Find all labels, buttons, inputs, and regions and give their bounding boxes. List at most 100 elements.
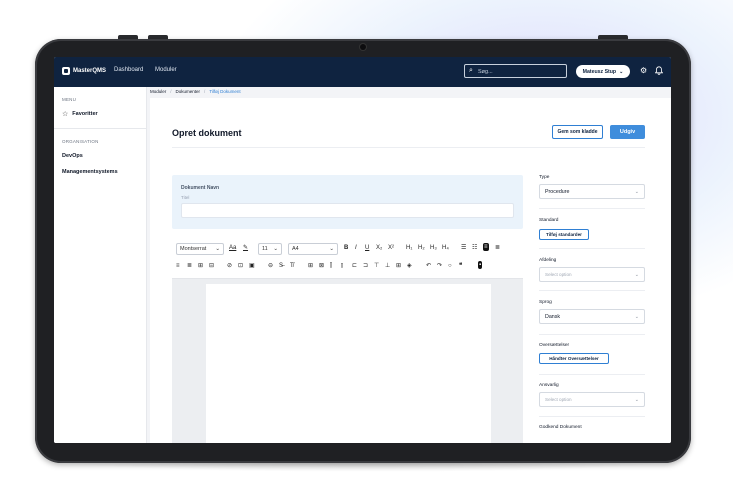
font-family-select[interactable]: Montserrat ⌄ [176, 243, 224, 255]
row-above-icon[interactable]: ⊤ [374, 262, 379, 270]
breadcrumb-separator: / [170, 89, 172, 94]
superscript-icon[interactable]: X² [388, 244, 394, 252]
sprog-select[interactable]: Dansk ⌄ [539, 309, 645, 324]
file-icon[interactable]: ▪ [478, 261, 483, 269]
bold-icon[interactable]: B [344, 244, 348, 252]
heading-1-icon[interactable]: H₁ [406, 244, 412, 252]
font-size-select[interactable]: 11 ⌄ [258, 243, 282, 255]
chevron-down-icon: ⌄ [634, 396, 639, 403]
font-size-value: 11 [262, 246, 268, 252]
justify-icon[interactable]: ≣ [187, 262, 192, 270]
outdent-icon[interactable]: ⊟ [209, 262, 214, 270]
paper-size-select[interactable]: A4 ⌄ [288, 243, 338, 255]
type-value: Procedure [545, 188, 570, 195]
bell-icon[interactable] [654, 66, 664, 77]
underline-icon[interactable]: U [365, 244, 369, 252]
table-icon[interactable]: ⊞ [308, 262, 313, 270]
align-center-icon[interactable]: ≣ [495, 244, 500, 252]
clear-format-icon[interactable]: T̸ [290, 262, 294, 270]
sidebar: MENU ☆ Favoritter ORGANISATION DevOps Ma… [54, 87, 147, 443]
quote-icon[interactable]: ❝ [459, 262, 462, 270]
godkend-label: Godkend Dokument [539, 425, 582, 430]
indent-icon[interactable]: ⊞ [198, 262, 203, 270]
align-right-icon[interactable]: ≡ [176, 262, 180, 270]
publish-button[interactable]: Udgiv [610, 125, 645, 139]
align-left-icon[interactable]: ≡ [483, 243, 489, 251]
split-cells-icon[interactable]: ⊐ [363, 262, 368, 270]
type-label: Type [539, 175, 550, 180]
redo-icon[interactable]: ↷ [437, 262, 442, 270]
heading-2-icon[interactable]: H₂ [418, 244, 425, 252]
document-name-label: Dokument Navn [181, 185, 220, 191]
undo-icon[interactable]: ↶ [426, 262, 431, 270]
user-menu-button[interactable]: Mateusz Stup ⌄ [576, 65, 630, 78]
search-input[interactable] [478, 67, 563, 76]
sidebar-item-devops[interactable]: DevOps [62, 153, 83, 159]
image-icon[interactable]: ⊡ [238, 262, 243, 270]
main-content: Opret dokument Gem som kladde Udgiv Doku… [150, 98, 671, 443]
page-break-icon[interactable]: ⊖ [268, 262, 273, 270]
divider [539, 290, 645, 291]
bullet-list-icon[interactable]: ☰ [461, 244, 466, 252]
heading-4-icon[interactable]: H₄ [442, 244, 449, 252]
cell-props-icon[interactable]: ⊞ [396, 262, 401, 270]
italic-icon[interactable]: I [355, 244, 357, 252]
title-label: Titel [181, 195, 190, 200]
camera-icon [360, 44, 366, 50]
sidebar-item-managementsystems[interactable]: Managementsystems [62, 169, 118, 175]
sidebar-item-favoritter[interactable]: ☆ Favoritter [62, 110, 98, 118]
font-case-icon[interactable]: Aa [229, 244, 236, 252]
ansvarlig-placeholder: Select option [545, 397, 572, 402]
ansvarlig-label: Ansvarlig [539, 383, 559, 388]
star-icon: ☆ [62, 111, 69, 118]
add-standard-button[interactable]: Tilføj standarder [539, 229, 589, 240]
type-select[interactable]: Procedure ⌄ [539, 184, 645, 199]
insert-row-icon[interactable]: ⫾ [341, 262, 343, 270]
oversaettelser-label: Oversættelser [539, 343, 570, 348]
afdeling-label: Afdeling [539, 258, 557, 263]
logo[interactable]: MasterQMS [62, 67, 106, 75]
search-icon: ⌕ [469, 67, 473, 74]
divider [539, 248, 645, 249]
chevron-down-icon: ⌄ [619, 68, 624, 75]
manage-translations-button[interactable]: Håndter Oversættelser [539, 353, 609, 364]
menu-label: MENU [62, 97, 77, 102]
logo-text: MasterQMS [73, 68, 107, 74]
chevron-down-icon: ⌄ [215, 246, 220, 252]
app-screen: MasterQMS Dashboard Moduler ⌕ Mateusz St… [54, 57, 671, 443]
merge-cells-icon[interactable]: ⊏ [352, 262, 357, 270]
strikethrough-icon[interactable]: S̶ [279, 262, 283, 270]
standard-label: Standard [539, 218, 559, 223]
subscript-icon[interactable]: X₂ [376, 244, 382, 252]
chevron-down-icon: ⌄ [634, 188, 639, 195]
document-title-input[interactable] [181, 203, 514, 218]
sprog-value: Dansk [545, 313, 561, 320]
delete-table-icon[interactable]: ⊠ [319, 262, 324, 270]
nav-moduler[interactable]: Moduler [155, 67, 177, 73]
heading-3-icon[interactable]: H₃ [430, 244, 437, 252]
insert-column-icon[interactable]: ⫿ [330, 262, 332, 270]
fill-color-icon[interactable]: ◈ [407, 262, 412, 270]
organisation-label: ORGANISATION [62, 139, 99, 144]
search-box[interactable]: ⌕ [464, 64, 567, 78]
video-icon[interactable]: ▣ [249, 262, 255, 270]
numbered-list-icon[interactable]: ☷ [472, 244, 477, 252]
sidebar-item-label: Favoritter [72, 111, 98, 117]
top-navbar: MasterQMS Dashboard Moduler ⌕ Mateusz St… [54, 57, 671, 87]
ansvarlig-select[interactable]: Select option ⌄ [539, 392, 645, 407]
divider [54, 128, 146, 129]
breadcrumb-dokumenter[interactable]: Dokumenter [176, 89, 201, 94]
editor-page[interactable] [206, 284, 491, 443]
breadcrumb-moduler[interactable]: Moduler [150, 89, 166, 94]
highlight-icon[interactable]: ✎ [243, 244, 248, 252]
nav-dashboard[interactable]: Dashboard [114, 67, 143, 73]
save-draft-button[interactable]: Gem som kladde [552, 125, 603, 139]
link-icon[interactable]: ⊘ [227, 262, 232, 270]
afdeling-select[interactable]: Select option ⌄ [539, 267, 645, 282]
circle-icon[interactable]: ○ [448, 262, 452, 270]
settings-icon[interactable]: ⚙ [640, 66, 647, 75]
afdeling-placeholder: Select option [545, 272, 572, 277]
user-name: Mateusz Stup [582, 68, 617, 75]
row-below-icon[interactable]: ⊥ [385, 262, 390, 270]
divider [539, 334, 645, 335]
